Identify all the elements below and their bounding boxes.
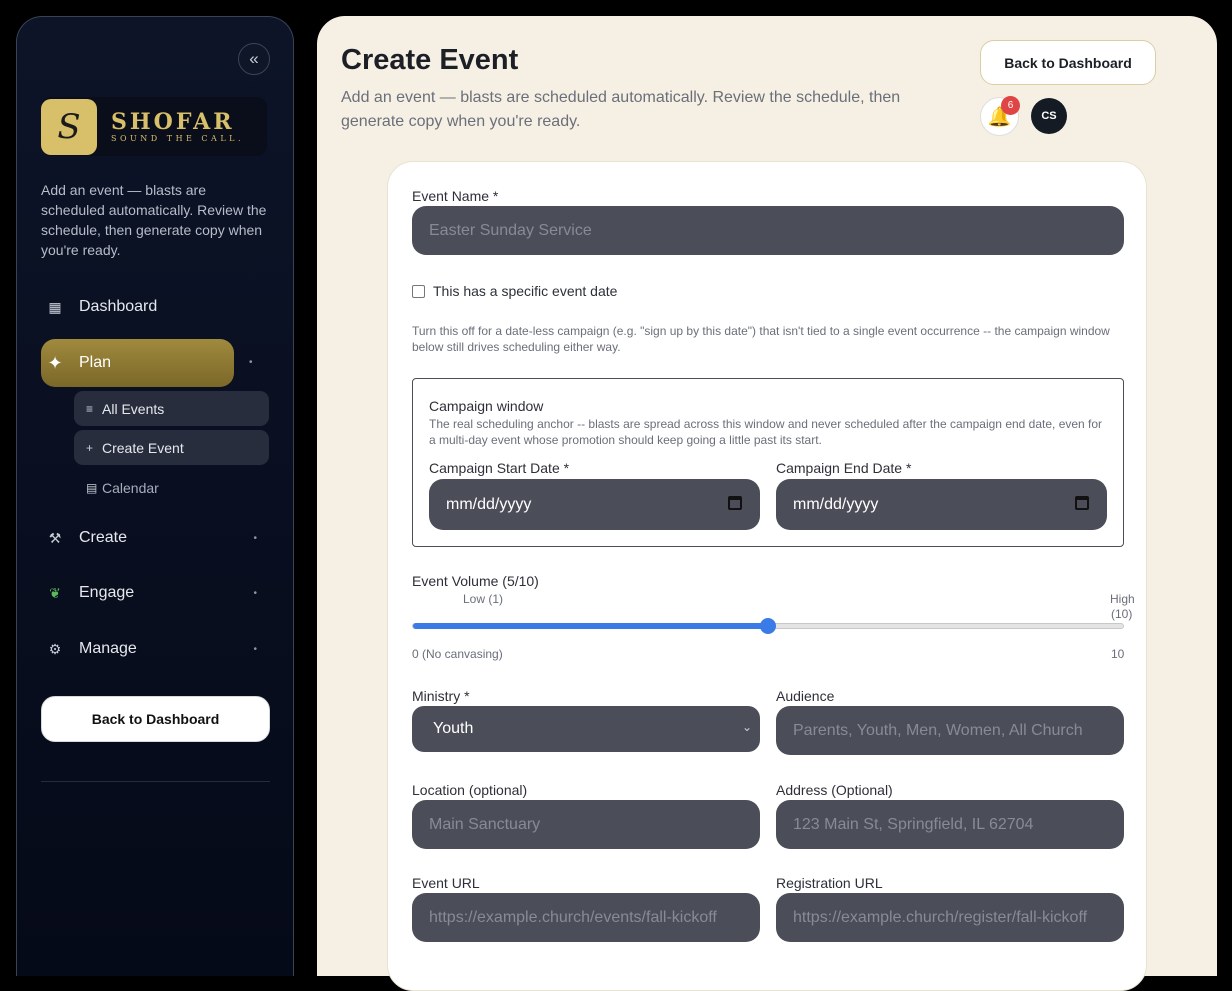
sidebar-item-plan[interactable]: ✦ Plan	[41, 339, 234, 387]
sidebar-subitem-calendar[interactable]: ▤ Calendar	[74, 470, 269, 505]
event-name-input[interactable]: Easter Sunday Service	[412, 206, 1124, 255]
specific-date-help: Turn this off for a date-less campaign (…	[412, 324, 1110, 354]
ministry-selected-value: Youth	[433, 720, 474, 737]
ministry-label: Ministry *	[412, 688, 470, 704]
slider-fill	[413, 623, 768, 629]
audience-label: Audience	[776, 688, 835, 704]
address-label: Address (Optional)	[776, 782, 893, 798]
campaign-window-help: The real scheduling anchor -- blasts are…	[429, 417, 1103, 447]
location-input[interactable]: Main Sanctuary	[412, 800, 760, 849]
sidebar: « S SHOFAR SOUND THE CALL. Add an event …	[16, 16, 294, 976]
back-to-dashboard-button[interactable]: Back to Dashboard	[41, 696, 270, 742]
campaign-start-value: mm/dd/yyyy	[446, 495, 532, 513]
calendar-icon[interactable]	[728, 496, 742, 510]
campaign-start-label: Campaign Start Date *	[429, 460, 570, 476]
sidebar-description: Add an event — blasts are scheduled auto…	[41, 182, 267, 258]
notification-count-badge: 6	[1001, 96, 1020, 115]
event-volume-label: Event Volume (5/10)	[412, 573, 539, 589]
logo: S SHOFAR SOUND THE CALL.	[41, 97, 267, 156]
audience-input[interactable]: Parents, Youth, Men, Women, All Church	[776, 706, 1124, 755]
campaign-window-fieldset: Campaign window The real scheduling anch…	[412, 378, 1124, 547]
specific-date-label: This has a specific event date	[433, 283, 618, 299]
sidebar-item-label: Create	[79, 529, 128, 546]
event-volume-slider[interactable]	[412, 618, 1124, 634]
divider	[41, 781, 270, 782]
sidebar-subitem-all-events[interactable]: ≡ All Events	[74, 391, 269, 426]
volume-max-label: 10	[1111, 647, 1125, 661]
specific-date-checkbox-row[interactable]: This has a specific event date	[412, 283, 617, 299]
event-url-input[interactable]: https://example.church/events/fall-kicko…	[412, 893, 760, 942]
campaign-window-title: Campaign window	[429, 398, 544, 414]
logo-title: SHOFAR	[111, 108, 235, 135]
gear-icon: ⚙	[48, 640, 62, 657]
back-to-dashboard-button[interactable]: Back to Dashboard	[980, 40, 1156, 85]
campaign-end-value: mm/dd/yyyy	[793, 495, 879, 513]
sidebar-subitem-create-event[interactable]: + Create Event	[74, 430, 269, 465]
logo-mark: S	[41, 98, 97, 155]
event-name-label: Event Name *	[412, 188, 499, 204]
expand-dot-icon: •	[253, 643, 257, 655]
sidebar-item-manage[interactable]: ⚙ Manage •	[41, 627, 269, 671]
sidebar-item-dashboard[interactable]: ▦ Dashboard	[41, 285, 269, 329]
registration-url-input[interactable]: https://example.church/register/fall-kic…	[776, 893, 1124, 942]
avatar[interactable]: CS	[1031, 98, 1067, 134]
hammer-icon: ⚒	[48, 529, 62, 546]
location-label: Location (optional)	[412, 782, 528, 798]
campaign-end-label: Campaign End Date *	[776, 460, 912, 476]
main-content: Create Event Add an event — blasts are s…	[317, 16, 1217, 991]
logo-tagline: SOUND THE CALL.	[111, 133, 244, 143]
volume-low-label: Low (1)	[463, 592, 504, 606]
sidebar-item-create[interactable]: ⚒ Create •	[41, 516, 269, 560]
sidebar-item-label: Plan	[79, 354, 112, 371]
registration-url-label: Registration URL	[776, 875, 883, 891]
volume-high-value-label: (10)	[1111, 607, 1133, 621]
sparkle-icon: ✦	[47, 352, 63, 373]
seedling-icon: ❦	[49, 584, 61, 601]
expand-dot-icon: •	[253, 532, 257, 544]
page-title: Create Event	[341, 44, 519, 76]
event-url-label: Event URL	[412, 875, 480, 891]
collapse-sidebar-button[interactable]: «	[238, 43, 270, 75]
volume-min-label: 0 (No canvasing)	[412, 647, 503, 661]
grid-icon: ▦	[48, 298, 62, 315]
campaign-end-input[interactable]: mm/dd/yyyy	[776, 479, 1107, 530]
calendar-icon: ▤	[86, 480, 98, 495]
specific-date-checkbox[interactable]	[412, 284, 425, 298]
plus-icon: +	[86, 440, 94, 455]
campaign-start-input[interactable]: mm/dd/yyyy	[429, 479, 760, 530]
page-subtitle: Add an event — blasts are scheduled auto…	[341, 89, 901, 130]
list-icon: ≡	[86, 401, 94, 416]
event-form-card: Event Name * Easter Sunday Service This …	[387, 161, 1147, 991]
expand-dot-icon[interactable]: •	[249, 357, 253, 368]
sidebar-item-engage[interactable]: ❦ Engage •	[41, 571, 269, 615]
sidebar-subitem-label: Calendar	[102, 479, 159, 496]
calendar-icon[interactable]	[1075, 496, 1089, 510]
volume-high-label: High	[1110, 592, 1135, 606]
sidebar-subitem-label: All Events	[102, 400, 165, 417]
sidebar-item-label: Engage	[79, 584, 135, 601]
sidebar-subitem-label: Create Event	[102, 439, 184, 456]
sidebar-item-label: Dashboard	[79, 298, 158, 315]
ministry-select[interactable]: Youth ⌄	[412, 706, 760, 752]
chevron-down-icon: ⌄	[741, 720, 752, 734]
slider-thumb[interactable]	[760, 618, 776, 634]
sidebar-item-label: Manage	[79, 640, 137, 657]
address-input[interactable]: 123 Main St, Springfield, IL 62704	[776, 800, 1124, 849]
expand-dot-icon: •	[253, 587, 257, 599]
